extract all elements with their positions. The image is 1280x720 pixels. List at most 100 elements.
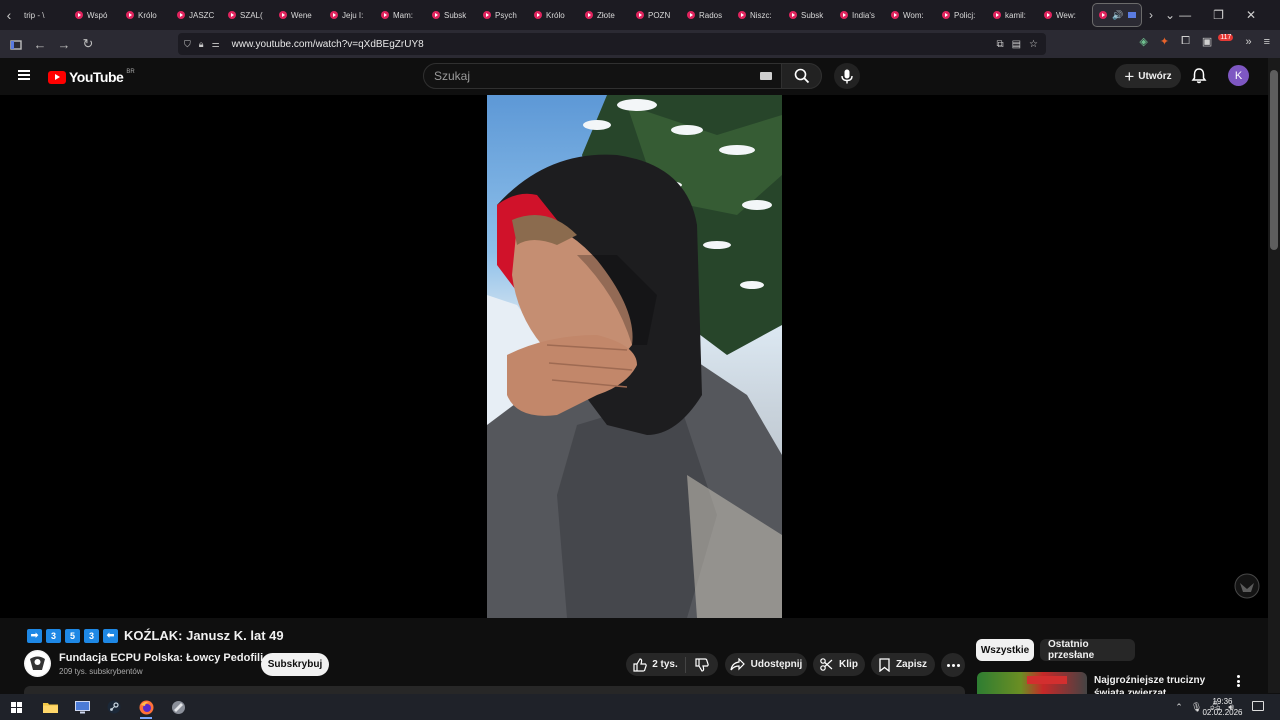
youtube-favicon-icon xyxy=(891,11,899,19)
browser-tab[interactable]: JASZC xyxy=(171,0,222,30)
url-bar[interactable]: ⛉ 🔒︎ ⚌ www.youtube.com/watch?v=qXdBEgZrU… xyxy=(178,33,1046,55)
bookmark-star-icon[interactable]: ☆ xyxy=(1029,39,1038,50)
browser-tab[interactable]: Królo xyxy=(528,0,579,30)
chip-all[interactable]: Wszystkie xyxy=(976,639,1034,661)
browser-tab[interactable]: Psych xyxy=(477,0,528,30)
minimize-icon[interactable]: — xyxy=(1179,8,1191,22)
firefox-icon[interactable] xyxy=(130,694,162,720)
tab-label: Wew: xyxy=(1056,10,1076,20)
recommendation-thumbnail[interactable] xyxy=(977,672,1087,694)
picture-in-picture-icon[interactable]: ⧉ xyxy=(996,39,1003,50)
channel-watermark-icon[interactable] xyxy=(1234,573,1260,599)
tab-scroll-right-icon[interactable]: › xyxy=(1149,8,1153,22)
tab-label: Psych xyxy=(495,10,517,20)
windows-start-icon[interactable] xyxy=(0,694,32,720)
browser-tab[interactable]: Subsk xyxy=(426,0,477,30)
overflow-chevron-icon[interactable]: » xyxy=(1245,36,1251,48)
description-box[interactable] xyxy=(24,686,965,694)
reader-view-icon[interactable]: ▤ xyxy=(1012,39,1021,50)
like-button[interactable]: 2 tys. xyxy=(626,656,686,673)
lock-icon[interactable]: 🔒︎ xyxy=(199,39,204,50)
browser-tab[interactable]: trip - \ xyxy=(18,0,69,30)
browser-navbar: ← → ↻ ⛉ 🔒︎ ⚌ www.youtube.com/watch?v=qXd… xyxy=(0,30,1280,58)
tab-label: Subsk xyxy=(801,10,824,20)
browser-tab[interactable]: POZN xyxy=(630,0,681,30)
browser-tab[interactable]: Wene xyxy=(273,0,324,30)
close-icon[interactable]: ✕ xyxy=(1246,8,1256,22)
browser-tab[interactable]: Rados xyxy=(681,0,732,30)
extension-icon[interactable]: ▣ xyxy=(1202,35,1212,48)
tab-label: POZN xyxy=(648,10,671,20)
back-icon[interactable]: ← xyxy=(28,32,52,56)
tab-scroll-left-icon[interactable]: ‹ xyxy=(0,0,18,30)
notifications-icon[interactable] xyxy=(1252,701,1264,711)
fox-extension-icon[interactable]: ✦ xyxy=(1160,35,1169,48)
search-input[interactable]: Szukaj xyxy=(423,63,785,89)
channel-name[interactable]: Fundacja ECPU Polska: Łowcy Pedofili xyxy=(59,652,263,664)
file-explorer-icon[interactable] xyxy=(34,694,66,720)
dislike-button[interactable] xyxy=(686,657,718,672)
sidebar-toggle-icon[interactable] xyxy=(4,32,28,56)
keyboard-icon[interactable] xyxy=(760,72,772,80)
app-menu-icon[interactable]: ≡ xyxy=(1264,36,1270,48)
chip-recently-uploaded[interactable]: Ostatnio przesłane xyxy=(1040,639,1135,661)
browser-tab[interactable]: Wew: xyxy=(1038,0,1089,30)
guide-menu-icon[interactable] xyxy=(18,70,30,80)
channel-avatar[interactable] xyxy=(24,650,51,677)
browser-tab[interactable]: Wom: xyxy=(885,0,936,30)
share-button[interactable]: Udostępnij xyxy=(725,653,807,676)
search-button[interactable] xyxy=(781,63,822,89)
scrollbar-thumb[interactable] xyxy=(1270,70,1278,250)
steam-icon[interactable] xyxy=(98,694,130,720)
browser-tab[interactable]: Policj: xyxy=(936,0,987,30)
avatar[interactable]: K xyxy=(1228,65,1249,86)
title-badge-digit: 3 xyxy=(46,628,61,643)
reload-icon[interactable]: ↻ xyxy=(76,32,100,56)
browser-tab[interactable]: India's xyxy=(834,0,885,30)
youtube-favicon-icon xyxy=(432,11,440,19)
extensions-puzzle-icon[interactable]: ⧠ xyxy=(1181,35,1190,48)
browser-tab[interactable]: Subsk xyxy=(783,0,834,30)
video-player[interactable] xyxy=(0,95,1268,618)
shield-extension-icon[interactable]: ◈ xyxy=(1139,35,1147,48)
like-dislike-group: 2 tys. xyxy=(626,653,718,676)
youtube-favicon-icon xyxy=(993,11,1001,19)
browser-tab[interactable]: Niszc: xyxy=(732,0,783,30)
save-button[interactable]: Zapisz xyxy=(871,653,935,676)
taskbar-clock[interactable]: 19:36 02.02.2026 xyxy=(1200,696,1245,718)
tab-active[interactable]: 🔊 xyxy=(1092,3,1142,27)
create-button[interactable]: + Utwórz xyxy=(1115,64,1181,88)
browser-tab[interactable]: SZAL( xyxy=(222,0,273,30)
video-frame[interactable] xyxy=(487,95,782,618)
browser-tab[interactable]: Złote xyxy=(579,0,630,30)
tray-chevron-up-icon[interactable]: ⌃ xyxy=(1175,702,1183,713)
recommendation-menu-icon[interactable] xyxy=(1237,675,1241,687)
forward-icon[interactable]: → xyxy=(52,32,76,56)
title-badge-arrow-right: ➡ xyxy=(27,628,42,643)
app-icon[interactable] xyxy=(162,694,194,720)
recommendation-title[interactable]: Najgroźniejsze trucizny świata zwierząt xyxy=(1094,674,1229,694)
monitor-app-icon[interactable] xyxy=(66,694,98,720)
browser-tab[interactable]: Jeju I: xyxy=(324,0,375,30)
browser-tab[interactable]: Królo xyxy=(120,0,171,30)
notifications-bell-icon[interactable] xyxy=(1190,67,1208,85)
page-scrollbar[interactable] xyxy=(1268,58,1280,693)
tab-label: Policj: xyxy=(954,10,976,20)
youtube-logo[interactable]: YouTube BR xyxy=(48,69,135,85)
subscribe-button[interactable]: Subskrybuj xyxy=(261,653,329,676)
tab-list-dropdown-icon[interactable]: ⌄ xyxy=(1165,8,1175,22)
permissions-icon[interactable]: ⚌ xyxy=(212,39,220,50)
browser-tab[interactable]: Wspó xyxy=(69,0,120,30)
browser-tab[interactable]: kamil: xyxy=(987,0,1038,30)
voice-search-button[interactable] xyxy=(834,63,860,89)
browser-tab[interactable]: Mam: xyxy=(375,0,426,30)
video-frame-image xyxy=(487,95,782,618)
more-actions-button[interactable] xyxy=(941,653,965,677)
restore-icon[interactable]: ❐ xyxy=(1213,8,1224,22)
clip-button[interactable]: Klip xyxy=(813,653,865,676)
youtube-favicon-icon xyxy=(840,11,848,19)
tracking-protection-icon[interactable]: ⛉ xyxy=(184,39,191,50)
url-text[interactable]: www.youtube.com/watch?v=qXdBEgZrUY8 xyxy=(232,39,424,50)
tab-label: Wom: xyxy=(903,10,924,20)
speaker-icon[interactable]: 🔊 xyxy=(1112,10,1123,21)
